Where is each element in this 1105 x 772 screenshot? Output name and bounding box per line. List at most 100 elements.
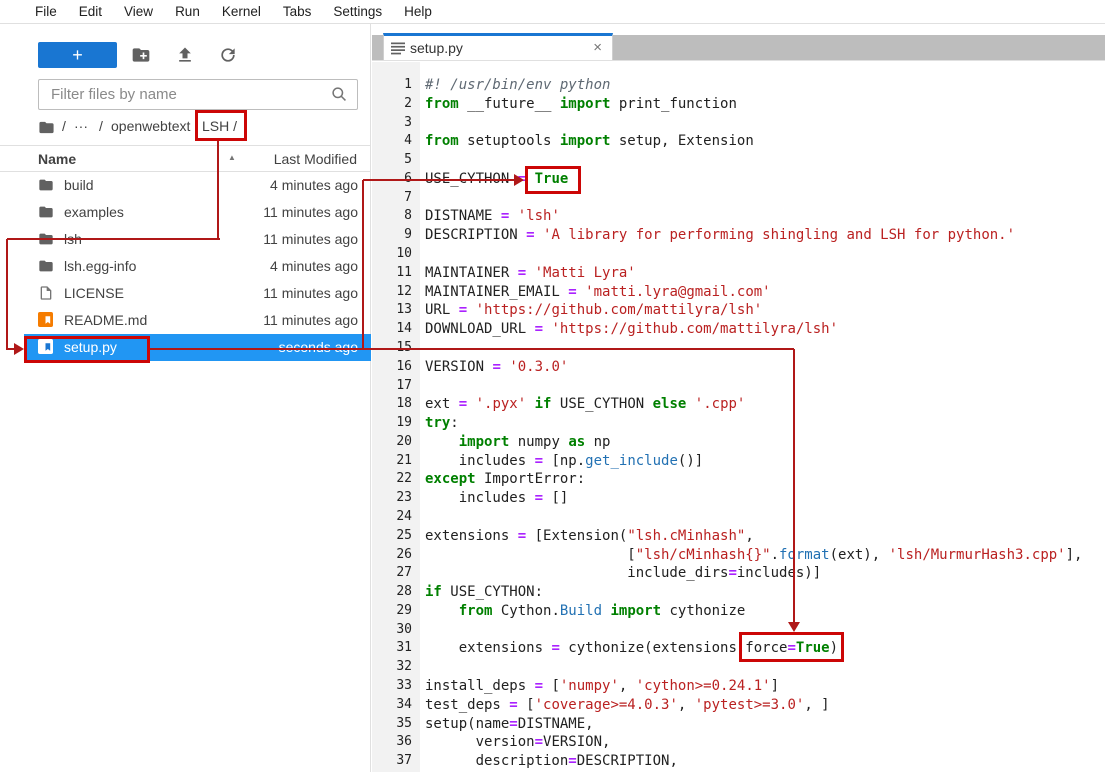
code-line-2: from __future__ import print_function [425,95,1105,114]
file-browser-panel: + / ··· / openwebtext LSH [0,24,371,772]
line-number: 11 [372,264,412,283]
filter-files-field[interactable] [38,79,358,110]
file-row-README.md[interactable]: README.md11 minutes ago [0,307,371,334]
folder-icon [38,204,54,220]
code-line-8: DISTNAME = 'lsh' [425,207,1105,226]
file-row-setup.py[interactable]: setup.py seconds ago [24,334,371,361]
filter-files-input[interactable] [38,79,358,110]
file-name: build [64,177,94,193]
file-name: lsh [64,231,82,247]
menu-tabs[interactable]: Tabs [272,4,323,19]
file-browser-toolbar: + [0,36,370,76]
code-line-32 [425,658,1105,677]
file-row-lsh.egg-info[interactable]: lsh.egg-info 4 minutes ago [0,253,371,280]
breadcrumb-item-openwebtext[interactable]: openwebtext [111,118,190,134]
file-row-lsh[interactable]: lsh11 minutes ago [0,226,371,253]
code-line-15 [425,339,1105,358]
code-line-26: ["lsh/cMinhash{}".format(ext), 'lsh/Murm… [425,546,1105,565]
last-modified-column-header[interactable]: Last Modified [274,151,357,167]
editor-panel: setup.py × 12345678910111213141516171819… [372,24,1105,772]
menu-bar: FileEditViewRunKernelTabsSettingsHelp [0,0,1105,24]
line-number: 7 [372,189,412,208]
refresh-icon[interactable] [218,45,238,65]
line-number: 10 [372,245,412,264]
code-line-34: test_deps = ['coverage>=4.0.3', 'pytest>… [425,696,1105,715]
new-folder-icon[interactable] [131,45,151,65]
breadcrumb-separator: / [99,118,103,134]
markdown-icon [38,312,54,328]
file-name: setup.py [64,339,117,355]
code-line-30 [425,621,1105,640]
file-name: examples [64,204,124,220]
code-editor[interactable]: 1234567891011121314151617181920212223242… [372,62,1105,772]
line-number: 6 [372,170,412,189]
menu-view[interactable]: View [113,4,164,19]
file-modified: 4 minutes ago [270,258,358,274]
line-number: 22 [372,470,412,489]
file-modified: 11 minutes ago [263,312,358,328]
line-number: 3 [372,114,412,133]
line-number: 16 [372,358,412,377]
code-line-22: except ImportError: [425,470,1105,489]
code-line-14: DOWNLOAD_URL = 'https://github.com/matti… [425,320,1105,339]
jupyterlab-window: FileEditViewRunKernelTabsSettingsHelp + [0,0,1105,772]
file-modified: 11 minutes ago [263,285,358,301]
file-modified: seconds ago [279,339,358,355]
file-listing: build 4 minutes ago examples 11 minutes ago… [0,172,370,361]
menu-kernel[interactable]: Kernel [211,4,272,19]
folder-icon [38,258,54,274]
file-row-examples[interactable]: examples 11 minutes ago [0,199,371,226]
code-line-17 [425,377,1105,396]
line-number: 30 [372,621,412,640]
code-line-35: setup(name=DISTNAME, [425,715,1105,734]
file-row-build[interactable]: build 4 minutes ago [0,172,371,199]
code-line-12: MAINTAINER_EMAIL = 'matti.lyra@gmail.com… [425,283,1105,302]
file-row-LICENSE[interactable]: LICENSE 11 minutes ago [0,280,371,307]
breadcrumb: / ··· / openwebtext LSH / [0,113,370,141]
breadcrumb-item-lsh[interactable]: LSH / [202,118,237,134]
code-line-13: URL = 'https://github.com/mattilyra/lsh' [425,301,1105,320]
sort-ascending-icon: ▲ [228,153,236,162]
home-folder-icon[interactable] [38,119,55,136]
line-number: 29 [372,602,412,621]
code-line-24 [425,508,1105,527]
line-number: 33 [372,677,412,696]
file-modified: 4 minutes ago [270,177,358,193]
code-line-4: from setuptools import setup, Extension [425,132,1105,151]
name-column-header[interactable]: Name [38,151,76,167]
file-name: LICENSE [64,285,124,301]
line-number: 35 [372,715,412,734]
code-line-28: if USE_CYTHON: [425,583,1105,602]
line-number: 34 [372,696,412,715]
line-number: 24 [372,508,412,527]
menu-settings[interactable]: Settings [322,4,393,19]
menu-edit[interactable]: Edit [68,4,113,19]
file-name: lsh.egg-info [64,258,136,274]
code-line-19: try: [425,414,1105,433]
line-number: 8 [372,207,412,226]
code-line-23: includes = [] [425,489,1105,508]
line-number: 2 [372,95,412,114]
file-icon [38,285,54,301]
upload-icon[interactable] [175,45,195,65]
breadcrumb-ellipsis[interactable]: ··· [74,118,88,134]
menu-run[interactable]: Run [164,4,211,19]
code-line-21: includes = [np.get_include()] [425,452,1105,471]
line-number: 23 [372,489,412,508]
code-line-37: description=DESCRIPTION, [425,752,1105,771]
file-modified: 11 minutes ago [263,204,358,220]
python-file-icon [38,339,54,355]
line-number: 37 [372,752,412,771]
line-number: 32 [372,658,412,677]
menu-file[interactable]: File [24,4,68,19]
code-line-7 [425,189,1105,208]
tab-setup-py[interactable]: setup.py × [383,33,613,60]
code-line-3 [425,114,1105,133]
code-content[interactable]: #! /usr/bin/env pythonfrom __future__ im… [420,62,1105,772]
new-launcher-button[interactable]: + [38,42,117,68]
tab-close-icon[interactable]: × [593,39,602,56]
menu-help[interactable]: Help [393,4,443,19]
line-number: 19 [372,414,412,433]
code-line-20: import numpy as np [425,433,1105,452]
code-line-33: install_deps = ['numpy', 'cython>=0.24.1… [425,677,1105,696]
